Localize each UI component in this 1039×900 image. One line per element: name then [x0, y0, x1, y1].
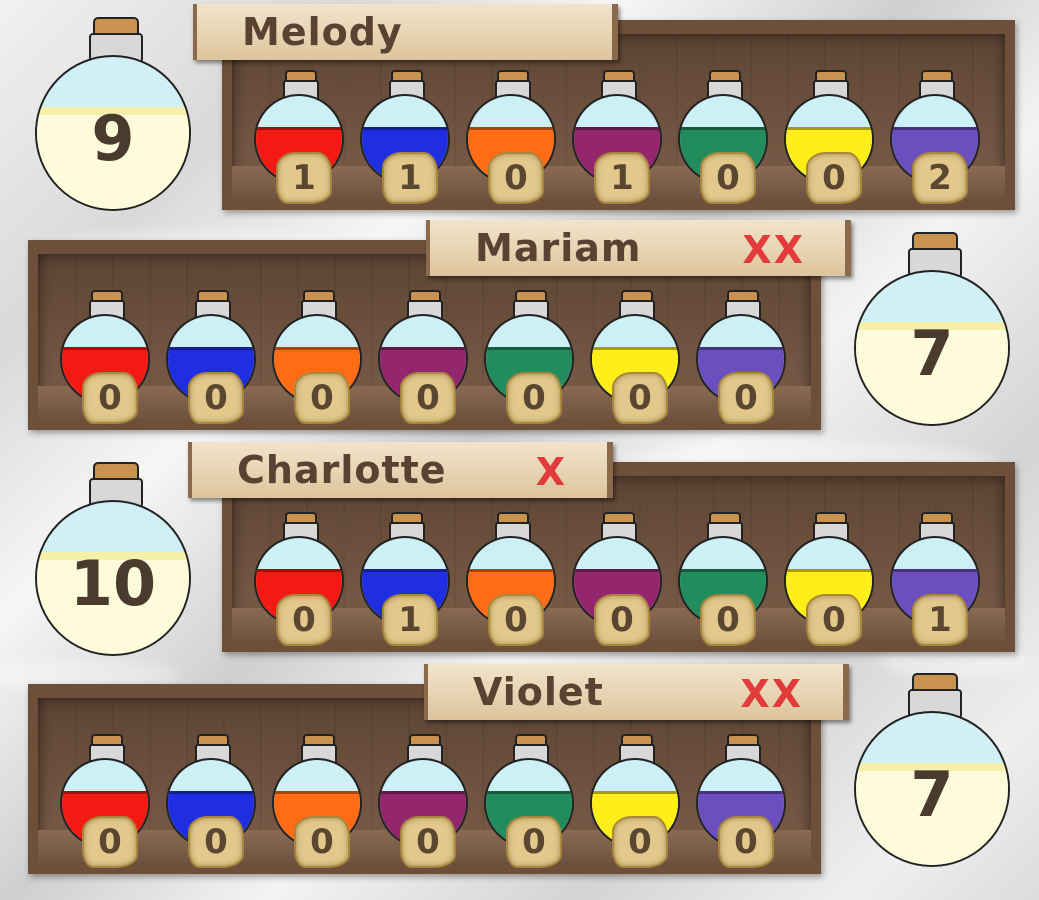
- potion-red: 0: [252, 510, 346, 646]
- nameplate: Charlotte X: [188, 442, 613, 498]
- potion-green: 0: [482, 732, 576, 868]
- potion-red: 1: [252, 68, 346, 204]
- potion-yellow: 0: [782, 510, 876, 646]
- potion-count: 0: [718, 816, 774, 868]
- score-value: 7: [910, 758, 954, 831]
- score-flask: 7: [852, 232, 1012, 432]
- potion-green: 0: [676, 510, 770, 646]
- potion-blue: 0: [164, 732, 258, 868]
- potion-violet: 0: [694, 288, 788, 424]
- potion-row: 0000000: [58, 288, 788, 424]
- potion-count: 1: [276, 152, 332, 204]
- nameplate: Melody: [193, 4, 618, 60]
- potion-blue: 1: [358, 510, 452, 646]
- potion-count: 0: [82, 816, 138, 868]
- player-name: Violet: [473, 670, 604, 714]
- score-value: 7: [910, 317, 954, 390]
- potion-count: 0: [294, 816, 350, 868]
- potion-violet: 1: [888, 510, 982, 646]
- potion-purple: 1: [570, 68, 664, 204]
- strikes: XX: [740, 672, 803, 716]
- potion-count: 0: [612, 816, 668, 868]
- potion-purple: 0: [570, 510, 664, 646]
- potion-count: 1: [382, 594, 438, 646]
- potion-count: 0: [700, 594, 756, 646]
- potion-count: 1: [382, 152, 438, 204]
- potion-yellow: 0: [588, 288, 682, 424]
- potion-yellow: 0: [782, 68, 876, 204]
- score-flask: 7: [852, 673, 1012, 873]
- player-name: Melody: [242, 10, 403, 54]
- potion-count: 0: [506, 372, 562, 424]
- potion-count: 0: [488, 594, 544, 646]
- player-name: Mariam: [475, 226, 642, 270]
- potion-count: 0: [400, 816, 456, 868]
- potion-blue: 0: [164, 288, 258, 424]
- score-value: 9: [91, 102, 135, 175]
- potion-count: 0: [276, 594, 332, 646]
- potion-count: 0: [806, 594, 862, 646]
- potion-count: 0: [488, 152, 544, 204]
- potion-green: 0: [676, 68, 770, 204]
- potion-count: 1: [594, 152, 650, 204]
- potion-red: 0: [58, 288, 152, 424]
- potion-count: 0: [700, 152, 756, 204]
- nameplate: Mariam XX: [426, 220, 851, 276]
- potion-green: 0: [482, 288, 576, 424]
- potion-orange: 0: [270, 288, 364, 424]
- potion-count: 0: [400, 372, 456, 424]
- score-value: 10: [69, 547, 157, 620]
- nameplate: Violet XX: [424, 664, 849, 720]
- potion-count: 1: [912, 594, 968, 646]
- potion-violet: 0: [694, 732, 788, 868]
- potion-blue: 1: [358, 68, 452, 204]
- potion-count: 0: [188, 372, 244, 424]
- player-name: Charlotte: [237, 448, 447, 492]
- potion-count: 2: [912, 152, 968, 204]
- potion-purple: 0: [376, 288, 470, 424]
- strikes: X: [535, 450, 567, 494]
- potion-row: 0100001: [252, 510, 982, 646]
- potion-orange: 0: [464, 68, 558, 204]
- potion-row: 0000000: [58, 732, 788, 868]
- potion-violet: 2: [888, 68, 982, 204]
- potion-count: 0: [506, 816, 562, 868]
- potion-count: 0: [294, 372, 350, 424]
- potion-count: 0: [612, 372, 668, 424]
- potion-count: 0: [188, 816, 244, 868]
- score-flask: 10: [33, 462, 193, 662]
- potion-orange: 0: [270, 732, 364, 868]
- potion-purple: 0: [376, 732, 470, 868]
- potion-row: 1101002: [252, 68, 982, 204]
- potion-orange: 0: [464, 510, 558, 646]
- potion-red: 0: [58, 732, 152, 868]
- score-flask: 9: [33, 17, 193, 217]
- potion-yellow: 0: [588, 732, 682, 868]
- potion-count: 0: [718, 372, 774, 424]
- potion-count: 0: [82, 372, 138, 424]
- strikes: XX: [742, 228, 805, 272]
- potion-count: 0: [806, 152, 862, 204]
- potion-count: 0: [594, 594, 650, 646]
